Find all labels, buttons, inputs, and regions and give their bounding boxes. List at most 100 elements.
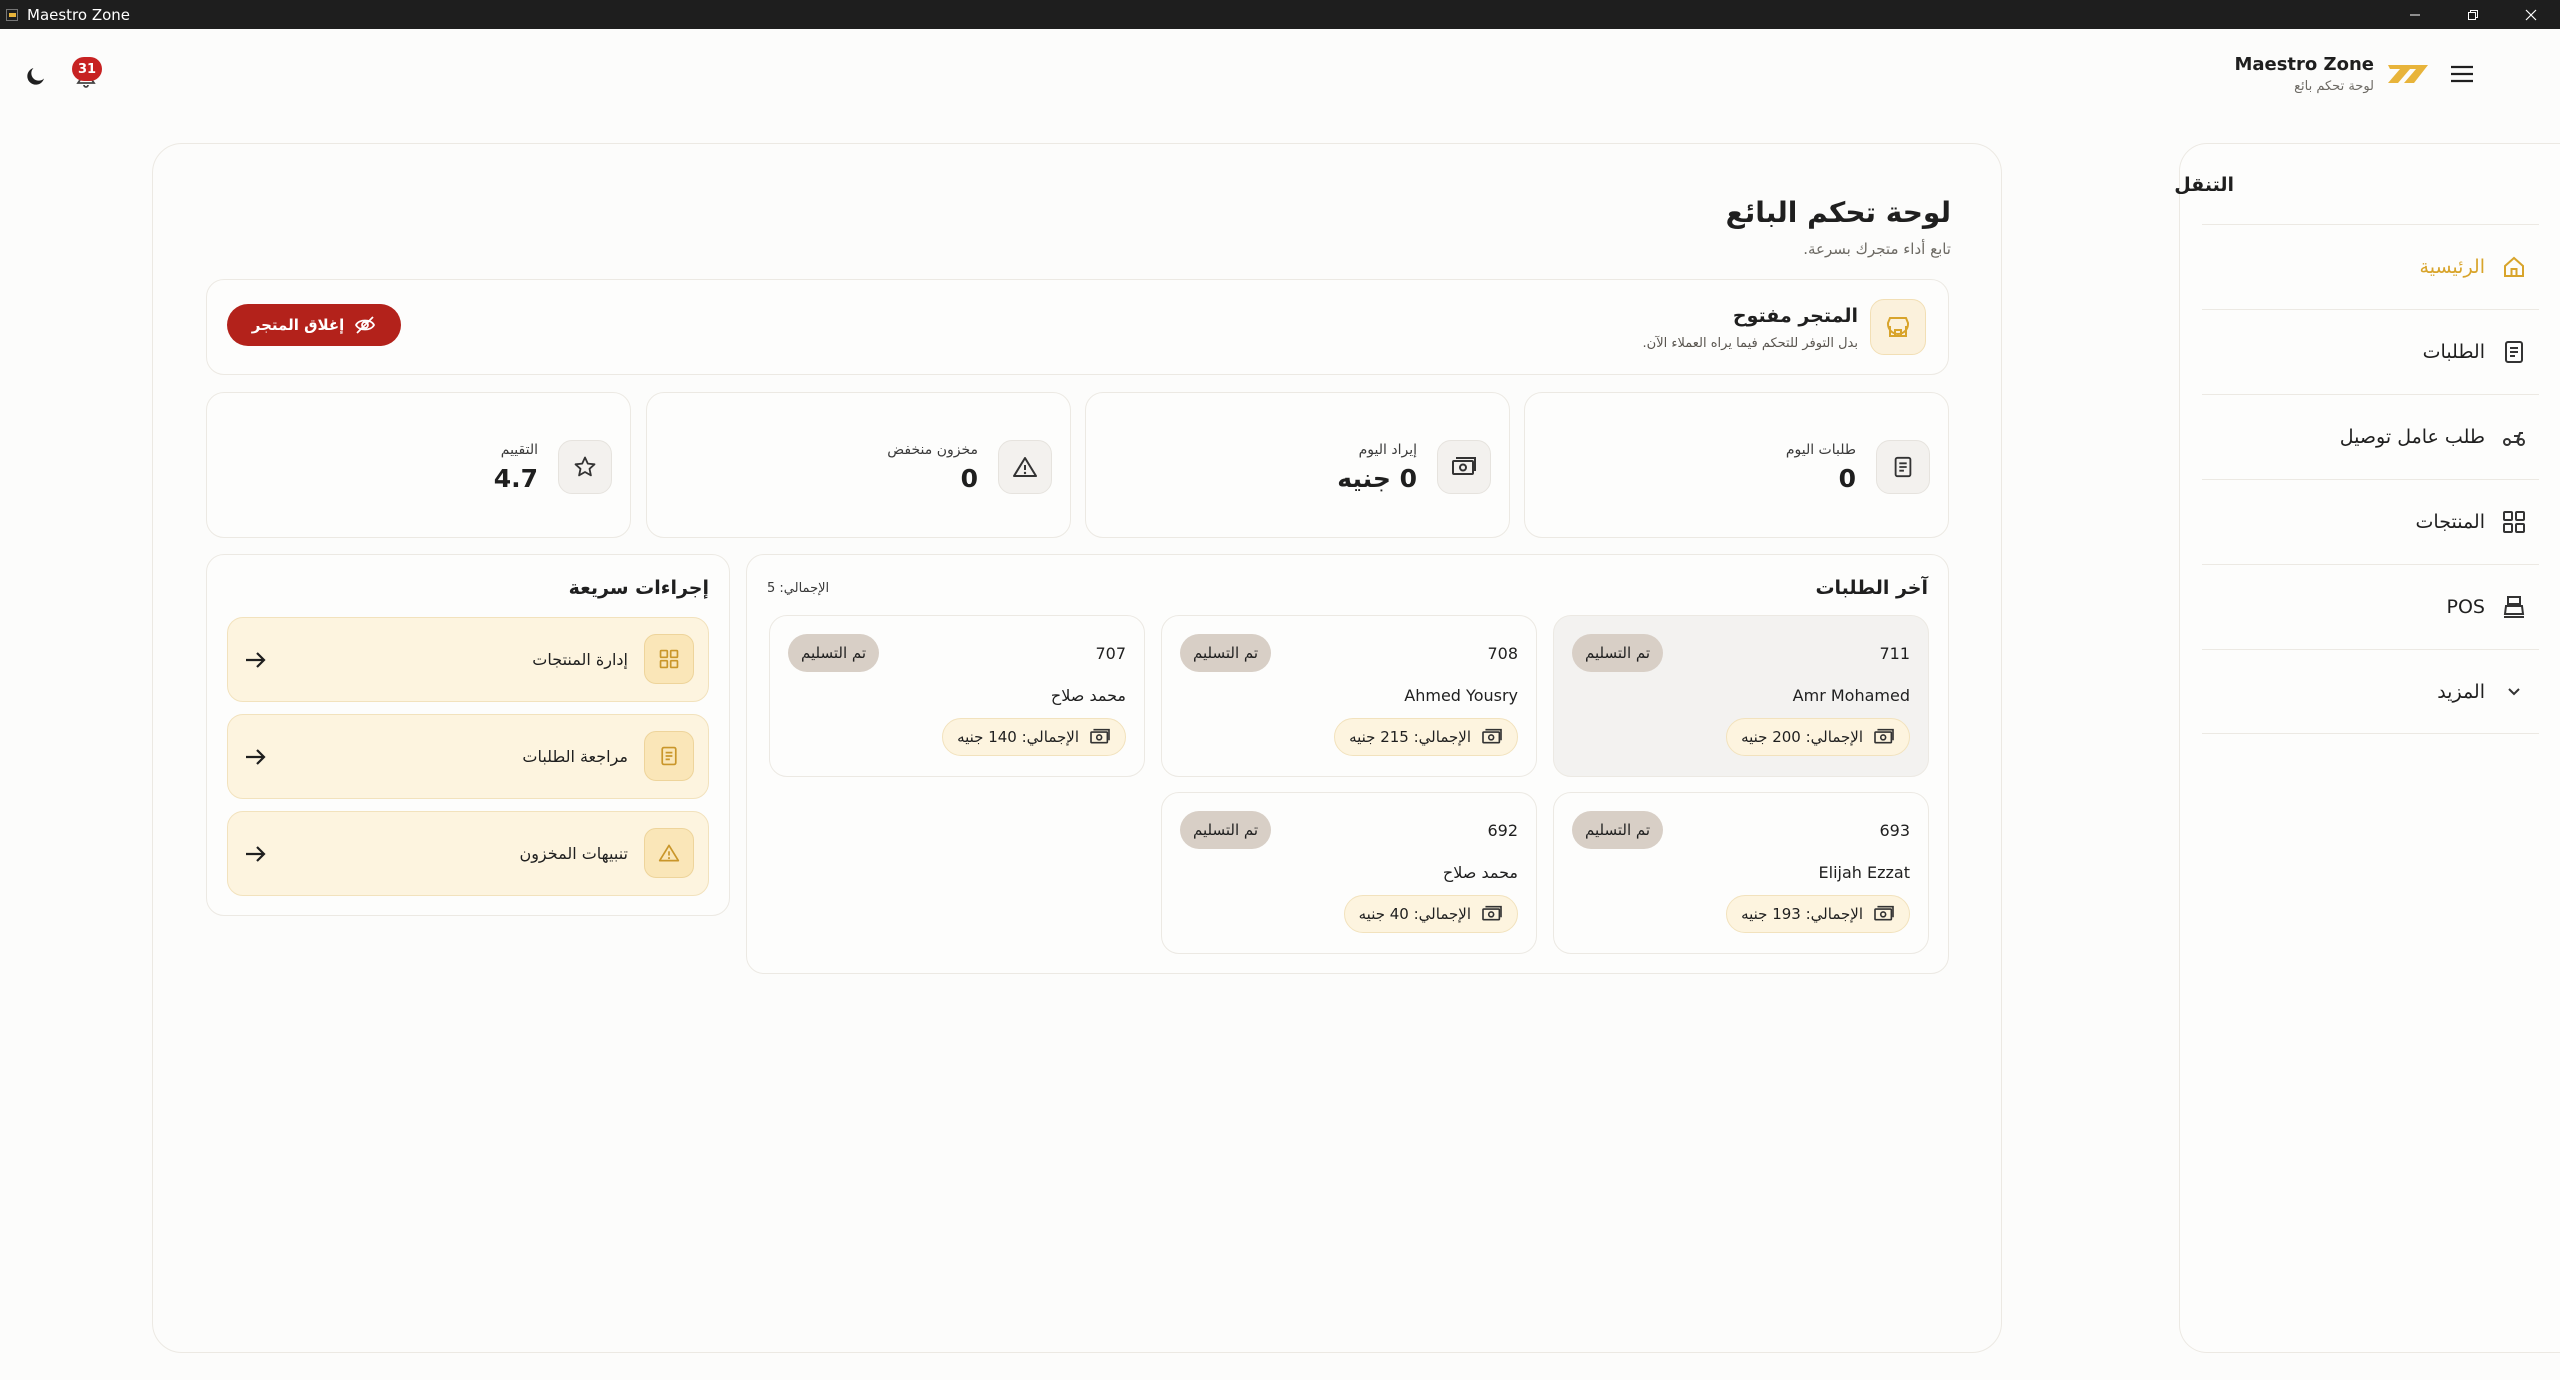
chevron-down-icon xyxy=(2508,687,2520,695)
restore-icon xyxy=(2468,9,2478,20)
arrow-right-icon xyxy=(246,652,266,668)
stat-icon-box xyxy=(558,440,612,494)
order-number: 693 xyxy=(1879,821,1910,840)
cash-register-icon xyxy=(2503,596,2525,618)
warning-icon xyxy=(658,844,680,862)
sidebar-item-label: المنتجات xyxy=(2415,511,2485,533)
stat-card-rating: التقييم 4.7 xyxy=(206,392,631,538)
menu-button[interactable] xyxy=(2442,54,2482,94)
cash-icon xyxy=(1482,728,1502,744)
theme-toggle-button[interactable] xyxy=(20,60,52,92)
moon-icon xyxy=(27,68,44,85)
stat-card-low-stock: مخزون منخفض 0 xyxy=(646,392,1071,538)
stat-value: 4.7 xyxy=(493,464,538,493)
sidebar-item-products[interactable]: المنتجات xyxy=(2202,479,2539,564)
receipt-icon xyxy=(1894,456,1912,478)
warning-icon xyxy=(1013,457,1037,477)
logo-icon xyxy=(2388,65,2428,83)
sidebar: التنقل الرئيسية الطلبات طلب عامل توصيل ا… xyxy=(2174,143,2560,1353)
order-card-708[interactable]: 708 Ahmed Yousry تم التسليم الإجمالي: 21… xyxy=(1161,615,1537,777)
store-icon-box xyxy=(1870,299,1926,355)
stat-icon-box xyxy=(998,440,1052,494)
order-status-badge: تم التسليم xyxy=(1180,811,1272,849)
grid-icon xyxy=(2503,511,2525,533)
latest-orders-card: آخر الطلبات الإجمالي: 5 711 Amr Mohamed … xyxy=(746,554,1949,974)
orders-total-count: الإجمالي: 5 xyxy=(767,581,830,596)
quick-action-manage-products[interactable]: إدارة المنتجات xyxy=(227,617,709,702)
quick-action-label: مراجعة الطلبات xyxy=(522,747,628,766)
stat-label: مخزون منخفض xyxy=(887,442,978,458)
order-total-label: الإجمالي: 200 جنيه xyxy=(1741,728,1863,746)
order-total-label: الإجمالي: 140 جنيه xyxy=(957,728,1079,746)
quick-action-label: إدارة المنتجات xyxy=(532,650,628,669)
order-number: 692 xyxy=(1487,821,1518,840)
order-status-badge: تم التسليم xyxy=(1572,634,1664,672)
sidebar-item-label: POS xyxy=(2446,596,2485,618)
order-total: الإجمالي: 193 جنيه xyxy=(1726,895,1910,933)
quick-action-icon-box xyxy=(644,828,694,878)
star-icon xyxy=(574,456,596,477)
window-titlebar: Maestro Zone xyxy=(0,0,2560,29)
quick-actions-title: إجراءات سريعة xyxy=(568,577,709,599)
order-card-707[interactable]: 707 محمد صلاح تم التسليم الإجمالي: 140 ج… xyxy=(769,615,1145,777)
quick-action-icon-box xyxy=(644,731,694,781)
window-title: Maestro Zone xyxy=(27,5,131,24)
order-number: 707 xyxy=(1095,644,1126,663)
cash-icon xyxy=(1874,728,1894,744)
arrow-right-icon xyxy=(246,846,266,862)
close-window-button[interactable] xyxy=(2502,0,2560,29)
order-customer: محمد صلاح xyxy=(1050,686,1126,705)
order-customer: محمد صلاح xyxy=(1442,863,1518,882)
cash-icon xyxy=(1482,905,1502,921)
order-total: الإجمالي: 140 جنيه xyxy=(942,718,1126,756)
order-status-badge: تم التسليم xyxy=(1572,811,1664,849)
order-total-label: الإجمالي: 193 جنيه xyxy=(1741,905,1863,923)
cash-icon xyxy=(1452,457,1476,475)
stat-card-today-revenue: إيراد اليوم 0 جنيه xyxy=(1085,392,1510,538)
grid-icon xyxy=(659,649,679,669)
order-total: الإجمالي: 215 جنيه xyxy=(1334,718,1518,756)
main-panel: لوحة تحكم البائع تابع أداء متجرك بسرعة. … xyxy=(152,143,2002,1353)
restore-button[interactable] xyxy=(2444,0,2502,29)
arrow-right-icon xyxy=(246,749,266,765)
close-store-label: إغلاق المتجر xyxy=(251,316,345,334)
home-icon xyxy=(2504,256,2524,277)
order-customer: Amr Mohamed xyxy=(1792,686,1910,705)
brand-subtitle: لوحة تحكم بائع xyxy=(2294,79,2374,94)
order-status-badge: تم التسليم xyxy=(1180,634,1272,672)
app-icon xyxy=(6,8,18,21)
order-number: 708 xyxy=(1487,644,1518,663)
stat-value: 0 xyxy=(960,464,978,493)
cash-icon xyxy=(1874,905,1894,921)
page-title: لوحة تحكم البائع xyxy=(1725,196,1951,229)
sidebar-item-orders[interactable]: الطلبات xyxy=(2202,309,2539,394)
sidebar-item-home[interactable]: الرئيسية xyxy=(2202,224,2539,309)
quick-action-review-orders[interactable]: مراجعة الطلبات xyxy=(227,714,709,799)
order-card-692[interactable]: 692 محمد صلاح تم التسليم الإجمالي: 40 جن… xyxy=(1161,792,1537,954)
close-store-button[interactable]: إغلاق المتجر xyxy=(227,304,401,346)
store-status-card: المتجر مفتوح بدل التوفر للتحكم فيما يراه… xyxy=(206,279,1949,375)
order-card-711[interactable]: 711 Amr Mohamed تم التسليم الإجمالي: 200… xyxy=(1553,615,1929,777)
window-controls xyxy=(2386,0,2560,29)
brand-name: Maestro Zone xyxy=(2234,54,2374,75)
sidebar-item-label: المزيد xyxy=(2437,680,2485,703)
close-icon xyxy=(2525,9,2537,20)
order-total-label: الإجمالي: 40 جنيه xyxy=(1358,905,1471,923)
receipt-icon xyxy=(2505,341,2523,363)
stat-icon-box xyxy=(1876,440,1930,494)
sidebar-item-delivery[interactable]: طلب عامل توصيل xyxy=(2202,394,2539,479)
stat-value: 0 جنيه xyxy=(1337,464,1417,493)
hamburger-icon xyxy=(2451,65,2473,83)
order-number: 711 xyxy=(1879,644,1910,663)
minimize-icon xyxy=(2410,14,2420,15)
minimize-button[interactable] xyxy=(2386,0,2444,29)
stat-label: التقييم xyxy=(500,442,538,458)
quick-action-stock-alerts[interactable]: تنبيهات المخزون xyxy=(227,811,709,896)
notifications-badge: 31 xyxy=(72,57,103,81)
eye-off-icon xyxy=(355,316,376,334)
sidebar-item-pos[interactable]: POS xyxy=(2202,564,2539,649)
brand: Maestro Zone لوحة تحكم بائع xyxy=(2234,54,2482,94)
stat-value: 0 xyxy=(1838,464,1856,493)
order-card-693[interactable]: 693 Elijah Ezzat تم التسليم الإجمالي: 19… xyxy=(1553,792,1929,954)
sidebar-item-more[interactable]: المزيد xyxy=(2202,649,2539,734)
